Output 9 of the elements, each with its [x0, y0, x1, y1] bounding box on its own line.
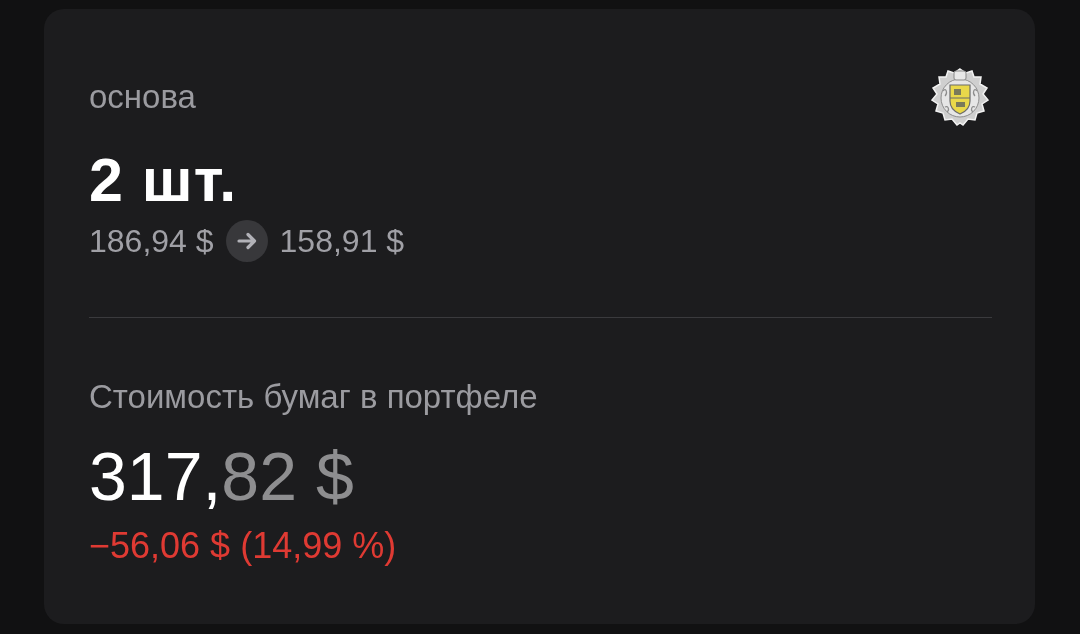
portfolio-value-label: Стоимость бумаг в портфеле: [89, 377, 538, 417]
arrow-right-icon: [225, 220, 268, 262]
quantity-text: 2 шт.: [89, 147, 239, 213]
portfolio-value: 317,82 $: [89, 437, 354, 515]
card-title: основа: [89, 77, 196, 117]
purchase-price: 186,94 $: [89, 222, 214, 261]
current-price: 158,91 $: [279, 222, 405, 261]
crest-icon: [928, 65, 992, 129]
value-change: −56,06 $ (14,99 %): [89, 525, 397, 567]
